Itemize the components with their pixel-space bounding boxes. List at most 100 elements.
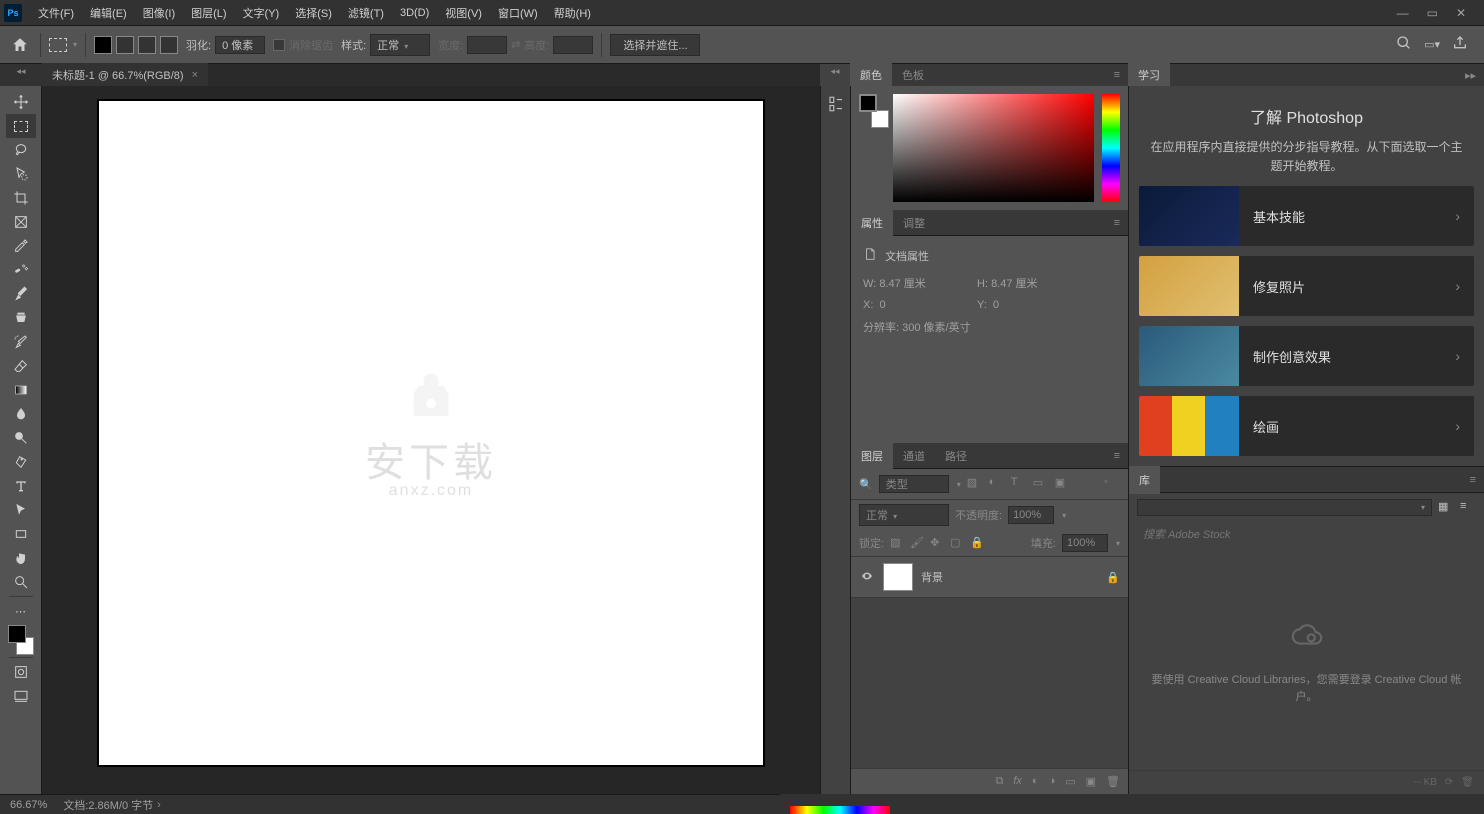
maximize-button[interactable]: ▭ [1427,6,1438,20]
tab-properties[interactable]: 属性 [851,209,893,237]
library-select[interactable]: ▾ [1137,499,1432,516]
clone-stamp-tool[interactable] [6,306,36,330]
menu-view[interactable]: 视图(V) [437,1,490,25]
close-icon[interactable]: × [192,69,198,81]
brush-tool[interactable] [6,282,36,306]
fg-swatch[interactable] [859,94,877,112]
marquee-tool[interactable] [6,114,36,138]
style-select[interactable]: 正常 ▾ [370,34,430,56]
rectangle-tool[interactable] [6,522,36,546]
tab-learn[interactable]: 学习 [1128,61,1170,89]
zoom-level[interactable]: 66.67% [10,799,47,811]
search-icon[interactable] [1396,35,1412,54]
layer-thumbnail[interactable] [883,563,913,591]
panel-collapse-icon[interactable]: ▸▸ [1457,69,1484,82]
tab-swatches[interactable]: 色板 [892,61,934,89]
color-field[interactable] [893,94,1094,202]
minimize-button[interactable]: — [1397,6,1409,20]
visibility-icon[interactable] [859,570,875,585]
gradient-tool[interactable] [6,378,36,402]
history-panel-icon[interactable] [826,94,846,114]
panel-collapse-icon[interactable]: ◂◂ [820,64,850,86]
menu-3d[interactable]: 3D(D) [392,3,437,23]
chevron-down-icon[interactable]: ▾ [1116,539,1120,548]
zoom-tool[interactable] [6,570,36,594]
learn-item-painting[interactable]: 绘画 › [1139,396,1474,456]
trash-icon[interactable]: 🗑 [1461,777,1474,788]
foreground-color[interactable] [8,625,26,643]
panel-menu-icon[interactable]: ≡ [1106,69,1128,81]
blend-mode-select[interactable]: 正常 ▾ [859,504,949,526]
hand-tool[interactable] [6,546,36,570]
eyedropper-tool[interactable] [6,234,36,258]
move-tool[interactable] [6,90,36,114]
selection-add-icon[interactable] [116,36,134,54]
feather-input[interactable] [215,36,265,54]
lock-pixels-icon[interactable]: ▨ [890,536,904,550]
menu-type[interactable]: 文字(Y) [235,1,288,25]
lock-all-icon[interactable]: 🔒 [970,536,984,550]
color-fgbg-swatches[interactable] [859,94,885,120]
filter-smart-icon[interactable]: ▣ [1055,476,1071,492]
tab-channels[interactable]: 通道 [893,442,935,470]
filter-toggle-icon[interactable]: ◦ [1104,476,1120,492]
chevron-right-icon[interactable]: › [157,799,161,811]
type-tool[interactable] [6,474,36,498]
color-swatches[interactable] [6,625,36,655]
hue-slider[interactable] [1102,94,1120,202]
tab-library[interactable]: 库 [1129,466,1160,494]
toolbar-collapse-icon[interactable]: ◂◂ [0,64,42,86]
menu-layer[interactable]: 图层(L) [183,1,234,25]
menu-image[interactable]: 图像(I) [135,1,183,25]
healing-brush-tool[interactable] [6,258,36,282]
canvas-area[interactable]: 安下载 anxz.com [42,86,820,794]
quickmask-icon[interactable] [6,660,36,684]
marquee-tool-preset[interactable]: ▾ [49,38,77,52]
eraser-tool[interactable] [6,354,36,378]
lock-position-icon[interactable]: ✥ [930,536,944,550]
dodge-tool[interactable] [6,426,36,450]
panel-menu-icon[interactable]: ≡ [1462,474,1484,486]
link-layers-icon[interactable]: ⧉ [995,775,1003,788]
trash-icon[interactable]: 🗑 [1106,775,1120,788]
panel-menu-icon[interactable]: ≡ [1106,217,1128,229]
path-select-tool[interactable] [6,498,36,522]
frame-tool[interactable] [6,210,36,234]
share-icon[interactable] [1452,35,1468,54]
library-search-input[interactable] [1137,526,1476,544]
group-icon[interactable]: ▭ [1065,775,1075,788]
learn-item-creative[interactable]: 制作创意效果 › [1139,326,1474,386]
learn-item-retouch[interactable]: 修复照片 › [1139,256,1474,316]
menu-help[interactable]: 帮助(H) [546,1,599,25]
tab-layers[interactable]: 图层 [851,442,893,470]
quick-select-tool[interactable] [6,162,36,186]
menu-select[interactable]: 选择(S) [287,1,340,25]
layer-filter-select[interactable] [879,475,949,493]
fx-icon[interactable]: fx [1013,775,1022,788]
selection-new-icon[interactable] [94,36,112,54]
tab-paths[interactable]: 路径 [935,442,977,470]
lock-paint-icon[interactable]: 🖌 [910,536,924,550]
menu-edit[interactable]: 编辑(E) [82,1,135,25]
new-layer-icon[interactable]: ▣ [1086,775,1096,788]
layer-name[interactable]: 背景 [921,569,1098,585]
lasso-tool[interactable] [6,138,36,162]
learn-item-basics[interactable]: 基本技能 › [1139,186,1474,246]
fill-input[interactable] [1062,534,1108,552]
layer-row-background[interactable]: 背景 🔒 [851,557,1128,598]
select-and-mask-button[interactable]: 选择并遮住... [610,34,700,56]
filter-shape-icon[interactable]: ▭ [1033,476,1049,492]
close-button[interactable]: ✕ [1456,6,1466,20]
bg-swatch[interactable] [871,110,889,128]
filter-type-icon[interactable]: T [1011,476,1027,492]
lock-icon[interactable]: 🔒 [1106,571,1120,584]
screenmode-icon[interactable] [6,684,36,708]
crop-tool[interactable] [6,186,36,210]
chevron-down-icon[interactable]: ▾ [1062,511,1066,520]
opacity-input[interactable] [1008,506,1054,524]
workspace-icon[interactable]: ▭▾ [1424,38,1440,51]
lock-artboard-icon[interactable]: ▢ [950,536,964,550]
edit-toolbar-icon[interactable]: ⋯ [6,599,36,623]
list-view-icon[interactable]: ≡ [1460,500,1476,516]
menu-filter[interactable]: 滤镜(T) [340,1,392,25]
